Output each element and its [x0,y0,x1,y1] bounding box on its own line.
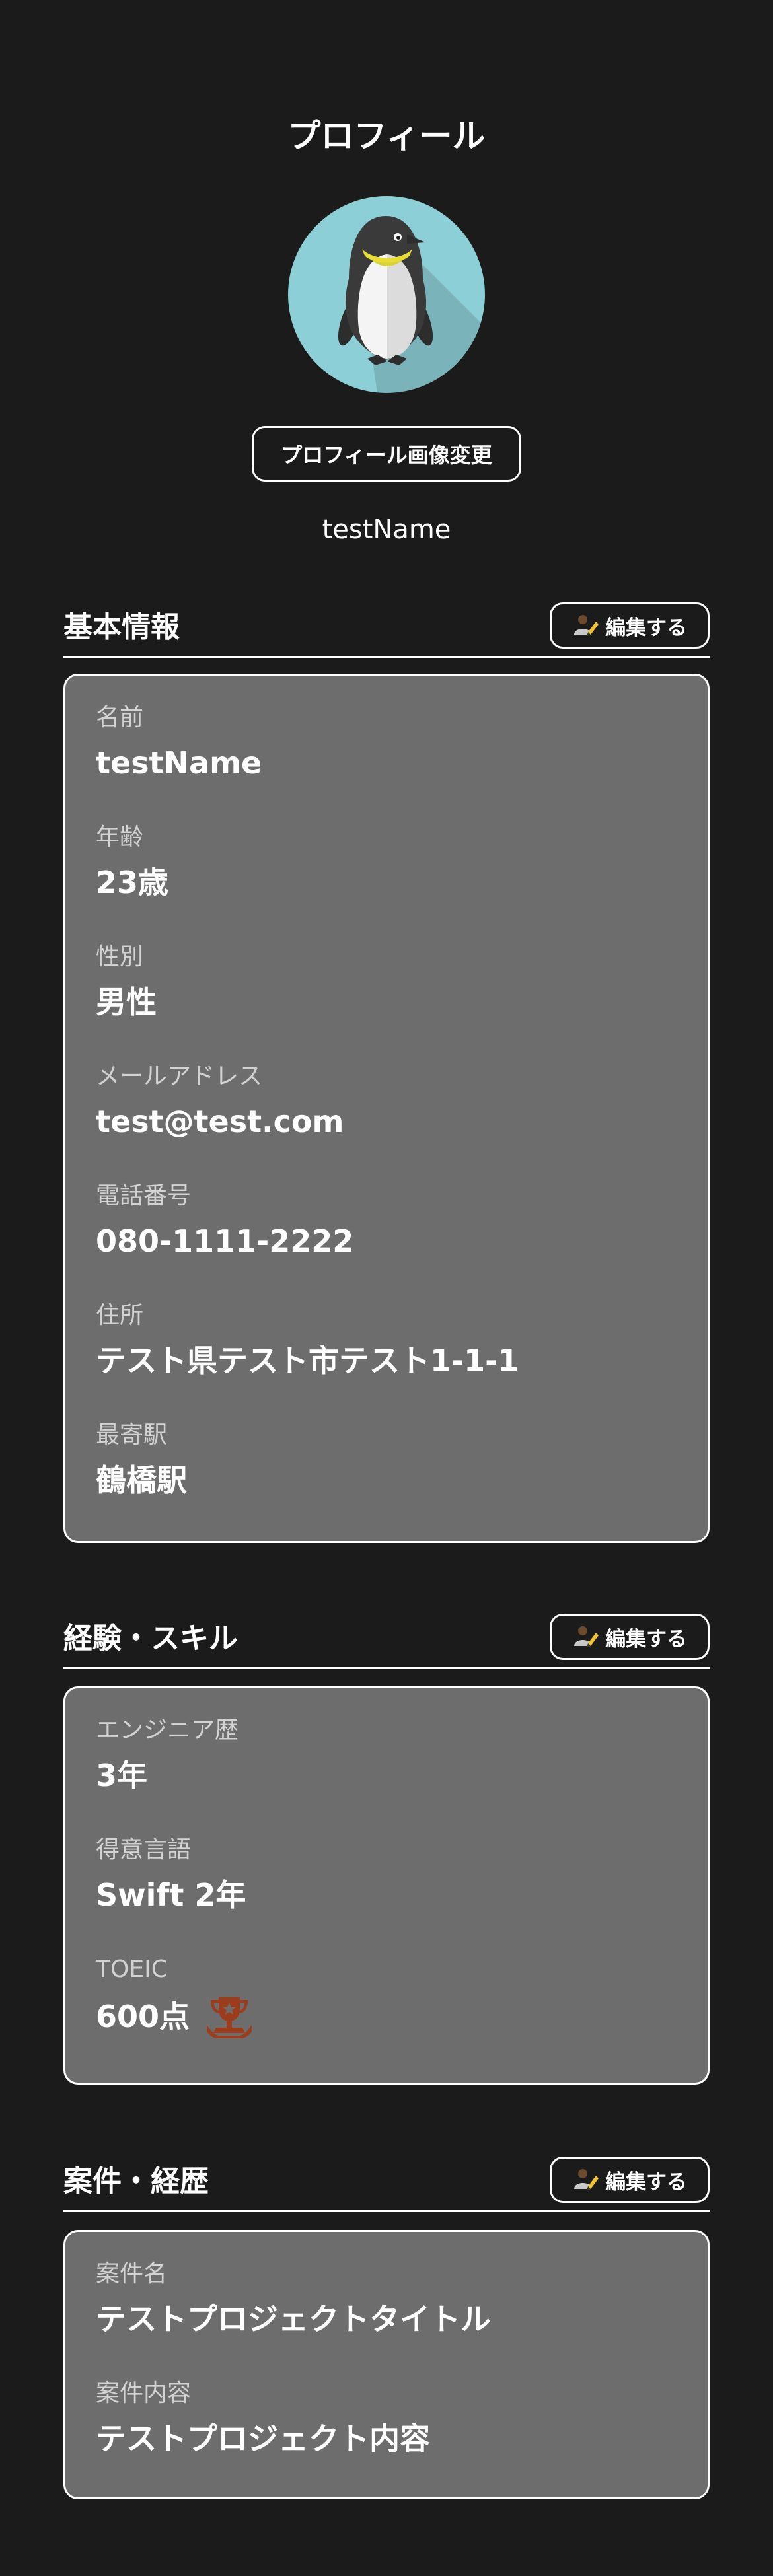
edit-projects-button[interactable]: 編集する [550,2157,710,2203]
page-title: プロフィール [287,117,486,155]
field-value: 080-1111-2222 [96,1223,354,1259]
section-divider [63,656,710,658]
field-value: テスト県テスト市テスト1-1-1 [96,1343,519,1378]
field-label: 電話番号 [96,1182,192,1209]
field-value: test@test.com [96,1104,344,1139]
skills-card: エンジニア歴 3年 得意言語 Swift 2年 TOEIC 600点 [63,1686,710,2085]
field-name: 名前 testName [96,702,677,822]
basic-info-card: 名前 testName 年齢 23歳 性別 男性 メールアドレス test@te… [63,674,710,1543]
section-divider [63,2210,710,2212]
field-label: エンジニア歴 [96,1717,239,1744]
field-label: 年齢 [96,824,144,851]
field-label: TOEIC [96,1956,168,1983]
section-divider [63,1667,710,1669]
field-project-content: 案件内容 テストプロジェクト内容 [96,2378,677,2497]
section-header-projects: 案件・経歴 編集する [63,2149,710,2212]
field-project-name: 案件名 テストプロジェクトタイトル [96,2258,677,2378]
section-title-basic: 基本情報 [63,610,180,644]
field-address: 住所 テスト県テスト市テスト1-1-1 [96,1300,677,1419]
section-title-skills: 経験・スキル [63,1622,238,1655]
field-value-row: 600点 [96,1993,677,2040]
field-value: 3年 [96,1758,148,1793]
edit-user-icon [572,612,599,639]
field-label: メールアドレス [96,1063,263,1090]
edit-basic-button[interactable]: 編集する [550,602,710,649]
section-title-projects: 案件・経歴 [63,2165,209,2198]
section-header-skills: 経験・スキル 編集する [63,1606,710,1669]
field-value: 600点 [96,1999,190,2034]
edit-user-icon [572,2166,599,2193]
field-value: 男性 [96,984,157,1020]
field-station: 最寄駅 鶴橋駅 [96,1419,677,1539]
edit-skills-label: 編集する [605,1627,687,1651]
field-phone: 電話番号 080-1111-2222 [96,1180,677,1300]
field-label: 最寄駅 [96,1421,168,1449]
field-value: テストプロジェクト内容 [96,2421,430,2456]
field-age: 年齢 23歳 [96,822,677,941]
field-label: 案件内容 [96,2380,192,2407]
section-header-basic: 基本情報 編集する [63,594,710,658]
field-email: メールアドレス test@test.com [96,1061,677,1180]
projects-card: 案件名 テストプロジェクトタイトル 案件内容 テストプロジェクト内容 [63,2230,710,2499]
trophy-icon [204,1993,254,2040]
penguin-icon [338,216,485,393]
field-gender: 性別 男性 [96,941,677,1061]
field-toeic: TOEIC 600点 [96,1954,677,2073]
field-engineer-years: エンジニア歴 3年 [96,1715,677,1834]
profile-page: プロフィール プロフィール画像変更 testName 基本情報 編集する 名前 … [0,0,773,2576]
edit-basic-label: 編集する [605,616,687,640]
field-value: 23歳 [96,865,169,900]
field-label: 案件名 [96,2260,168,2287]
edit-projects-label: 編集する [605,2170,687,2194]
field-label: 名前 [96,704,144,731]
field-label: 住所 [96,1302,144,1329]
edit-user-icon [572,1624,599,1650]
change-photo-button[interactable]: プロフィール画像変更 [252,426,521,482]
field-label: 性別 [96,943,144,970]
user-name: testName [322,515,451,545]
field-label: 得意言語 [96,1836,192,1863]
edit-skills-button[interactable]: 編集する [550,1614,710,1660]
field-value: 鶴橋駅 [96,1462,187,1498]
field-value: テストプロジェクトタイトル [96,2301,491,2337]
avatar [288,196,485,393]
field-language: 得意言語 Swift 2年 [96,1834,677,1954]
field-value: Swift 2年 [96,1877,246,1913]
field-value: testName [96,745,262,781]
